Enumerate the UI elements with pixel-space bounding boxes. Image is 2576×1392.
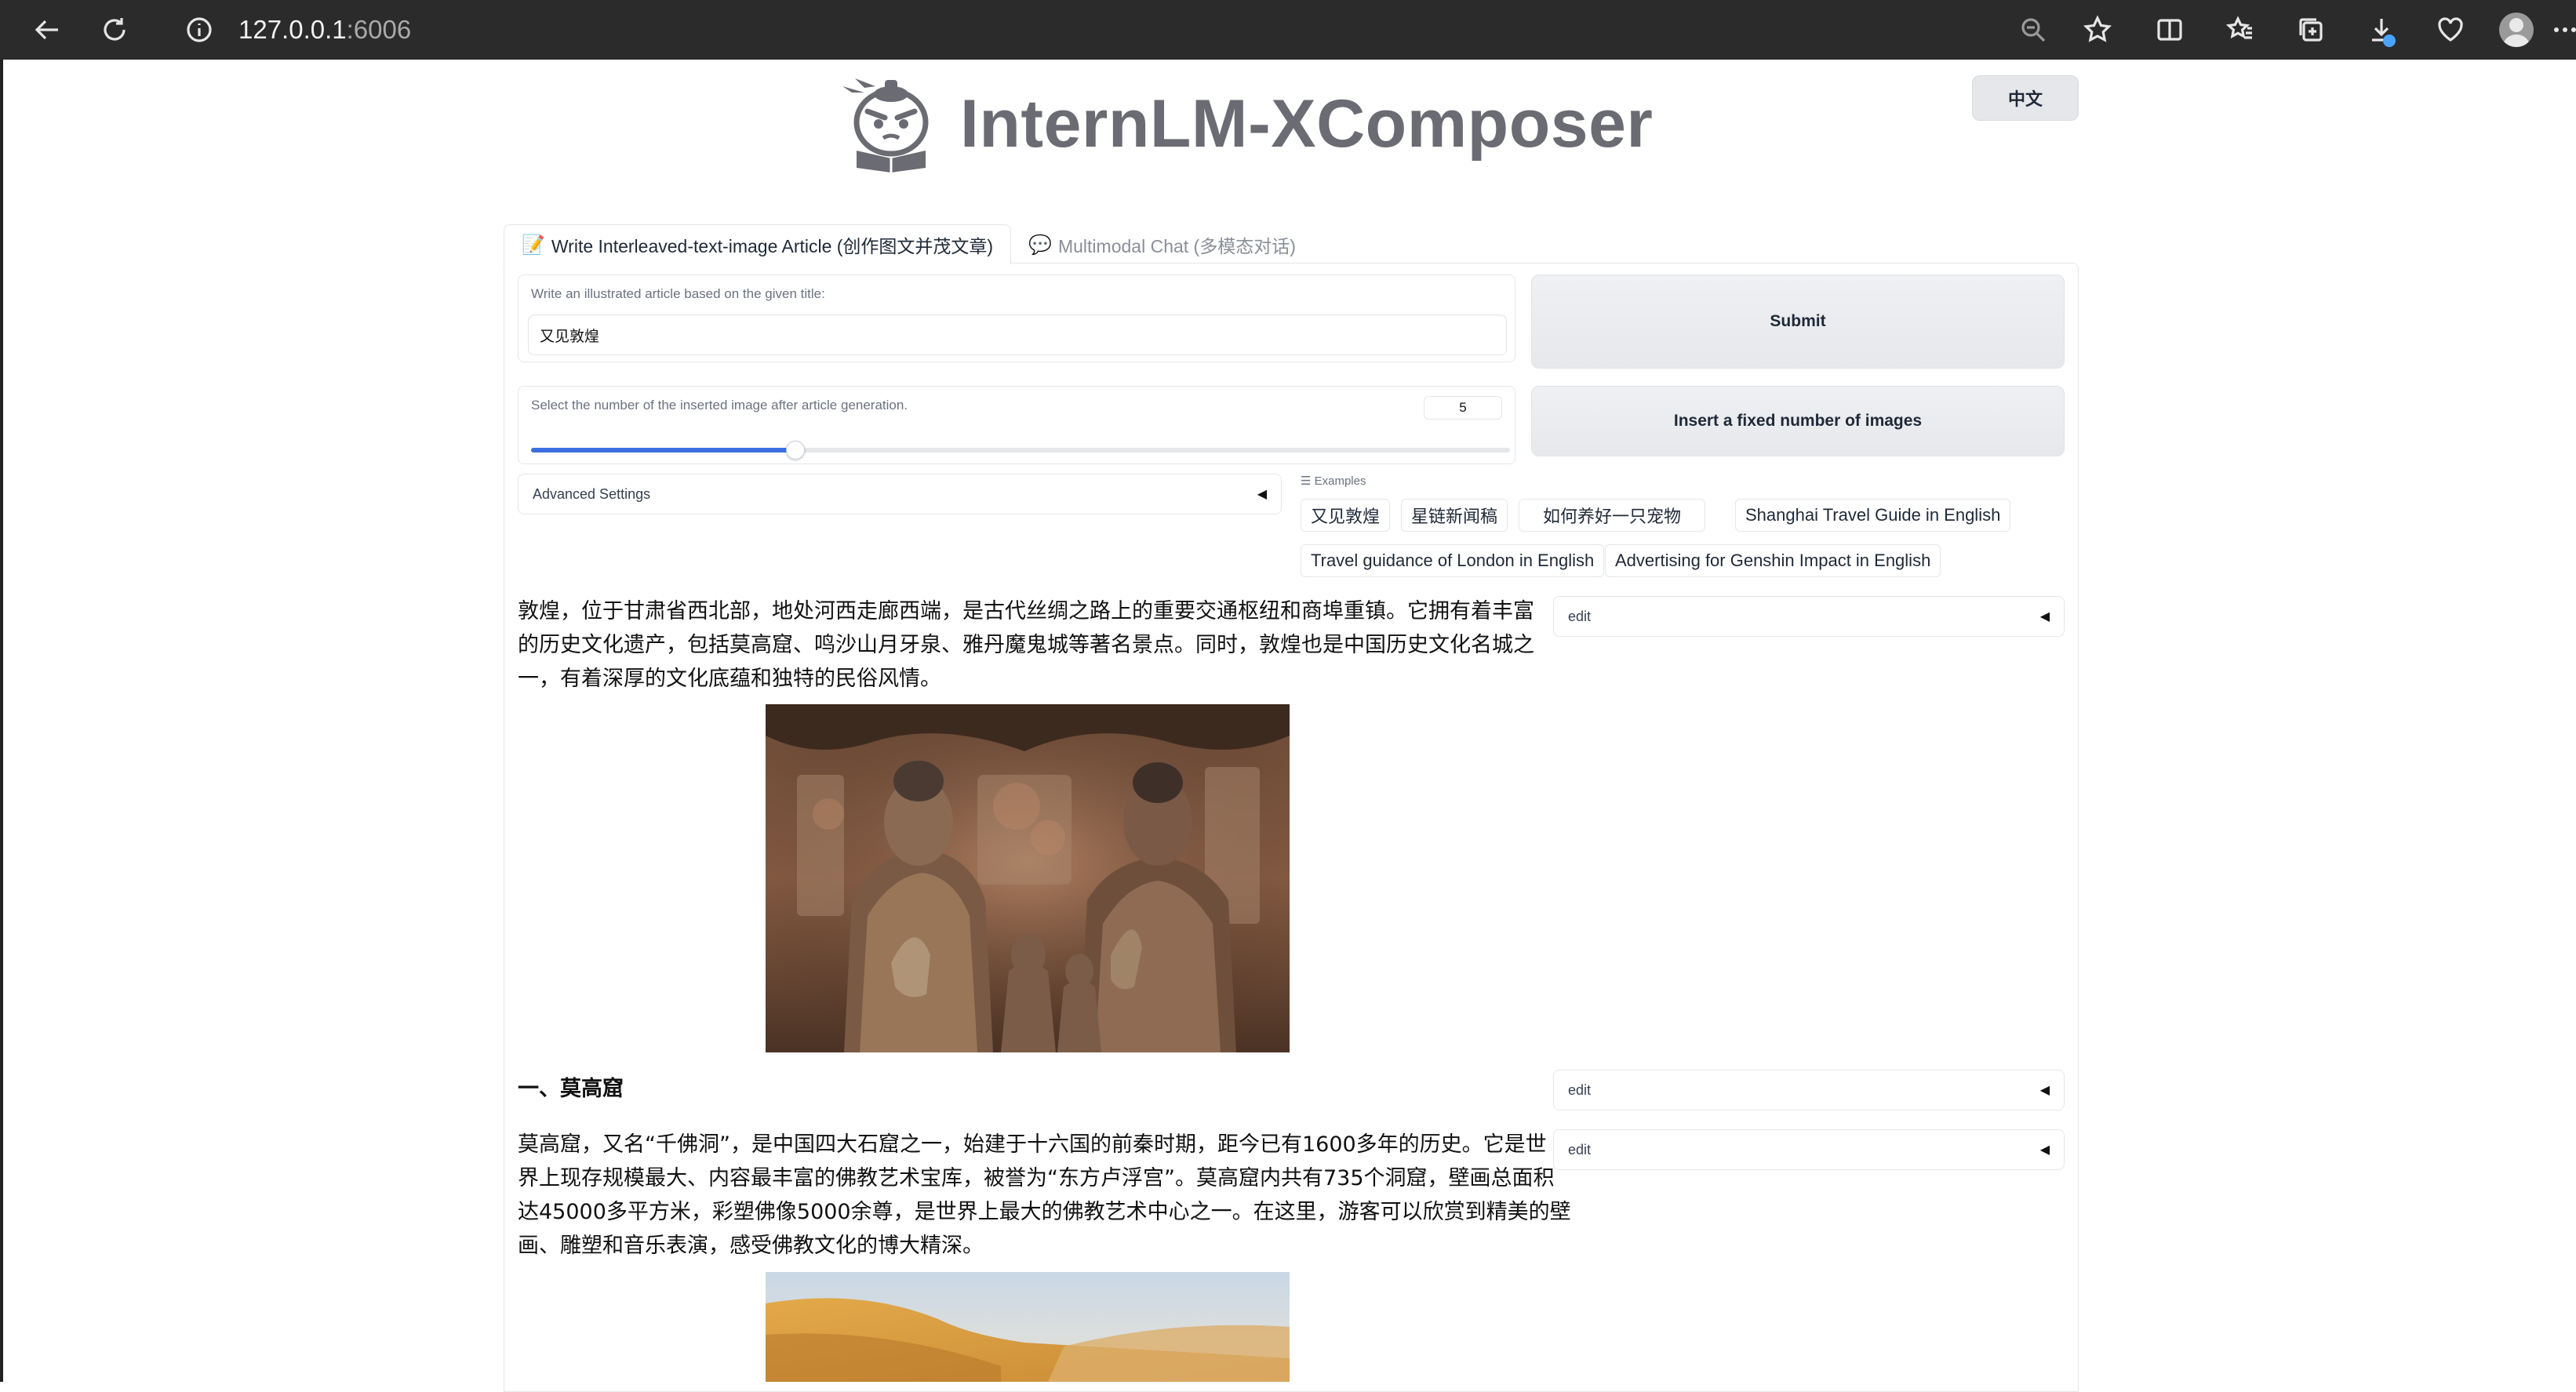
window-edge (0, 60, 3, 1382)
advanced-settings-label: Advanced Settings (533, 485, 651, 502)
slider-thumb[interactable] (785, 441, 805, 460)
collections-icon[interactable] (2289, 8, 2333, 52)
insert-images-button[interactable]: Insert a fixed number of images (1531, 386, 2065, 456)
edit-label: edit (1568, 1081, 1592, 1098)
back-icon[interactable] (25, 8, 69, 52)
example-chip[interactable]: 如何养好一只宠物 (1519, 499, 1706, 532)
app-header: InternLM-XComposer (841, 72, 1653, 176)
profile-avatar[interactable] (2494, 8, 2538, 52)
edit-label: edit (1568, 608, 1592, 624)
downloads-icon[interactable] (2360, 8, 2403, 52)
memo-icon: 📝 (522, 234, 545, 256)
browser-toolbar: 127.0.0.1:6006 (0, 0, 2576, 60)
example-chip[interactable]: 又见敦煌 (1301, 499, 1391, 532)
mode-tabs: 📝 Write Interleaved-text-image Article (… (504, 224, 1313, 265)
image-count-group: Select the number of the inserted image … (518, 386, 1515, 464)
collapse-caret-icon: ◀ (2039, 1143, 2050, 1157)
collapse-caret-icon: ◀ (2039, 1084, 2050, 1097)
title-input[interactable]: 又见敦煌 (528, 314, 1507, 355)
article-section-heading: 一、莫高窟 (518, 1077, 624, 1101)
more-options-icon[interactable] (2543, 8, 2576, 52)
example-chip[interactable]: Advertising for Genshin Impact in Englis… (1605, 544, 1941, 577)
favorites-icon[interactable] (2218, 8, 2262, 52)
tab-write-article[interactable]: 📝 Write Interleaved-text-image Article (… (504, 224, 1012, 265)
title-field-label: Write an illustrated article based on th… (531, 286, 825, 301)
language-toggle-button[interactable]: 中文 (1972, 75, 2079, 121)
tab-label: Multimodal Chat (多模态对话) (1057, 236, 1296, 256)
article-image-buddha-statues (766, 704, 1290, 1052)
example-chip[interactable]: 星链新闻稿 (1401, 499, 1508, 532)
example-chip[interactable]: Travel guidance of London in English (1301, 544, 1605, 577)
image-count-label: Select the number of the inserted image … (531, 398, 908, 413)
collapse-caret-icon: ◀ (2039, 610, 2050, 623)
image-count-slider[interactable] (531, 441, 1510, 460)
site-info-icon[interactable] (184, 14, 215, 49)
examples-label: ☰ Examples (1301, 474, 1366, 488)
browser-essentials-icon[interactable] (2429, 8, 2472, 52)
submit-button[interactable]: Submit (1531, 274, 2065, 369)
example-chip[interactable]: Shanghai Travel Guide in English (1735, 499, 2011, 532)
split-screen-icon[interactable] (2148, 8, 2192, 52)
title-field-group: Write an illustrated article based on th… (518, 274, 1515, 362)
article-paragraph: 莫高窟，又名“千佛洞”，是中国四大石窟之一，始建于十六国的前秦时期，距今已有16… (518, 1132, 1571, 1258)
article-image-desert-dunes (766, 1272, 1290, 1382)
advanced-settings-accordion[interactable]: Advanced Settings ◀ (518, 474, 1282, 514)
edit-accordion[interactable]: edit ◀ (1553, 1070, 2065, 1110)
edit-label: edit (1568, 1141, 1592, 1158)
slider-fill (531, 448, 795, 452)
url-text: 127.0.0.1:6006 (238, 15, 412, 44)
app-title: InternLM-XComposer (960, 86, 1654, 162)
internlm-mascot-logo (841, 72, 941, 176)
address-bar[interactable]: 127.0.0.1:6006 (162, 6, 2060, 53)
edit-accordion[interactable]: edit ◀ (1553, 596, 2065, 637)
article-paragraph: 敦煌，位于甘肃省西北部，地处河西走廊西端，是古代丝绸之路上的重要交通枢纽和商埠重… (518, 599, 1534, 691)
tab-multimodal-chat[interactable]: 💬 Multimodal Chat (多模态对话) (1011, 224, 1313, 265)
tab-label: Write Interleaved-text-image Article (创作… (551, 236, 994, 256)
speech-bubble-icon: 💬 (1028, 234, 1052, 256)
zoom-icon[interactable] (2011, 8, 2055, 52)
favorite-star-icon[interactable] (2076, 8, 2119, 52)
reload-icon[interactable] (93, 8, 136, 52)
edit-accordion[interactable]: edit ◀ (1553, 1129, 2065, 1170)
collapse-caret-icon: ◀ (1257, 488, 1267, 501)
image-count-number-input[interactable]: 5 (1424, 396, 1502, 420)
